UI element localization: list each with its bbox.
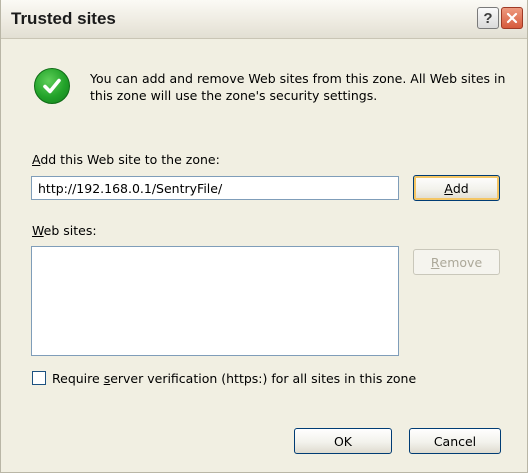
dialog-title: Trusted sites	[11, 9, 116, 28]
cancel-button[interactable]: Cancel	[409, 428, 501, 454]
remove-button-mnemonic: R	[430, 254, 440, 270]
site-url-input[interactable]	[31, 176, 399, 200]
trusted-sites-dialog: Trusted sites ? You can add and remove W…	[0, 0, 528, 473]
info-message: You can add and remove Web sites from th…	[90, 71, 506, 103]
require-verification-checkbox[interactable]	[32, 371, 46, 385]
add-button[interactable]: Add	[413, 175, 500, 201]
add-button-mnemonic: A	[444, 180, 453, 196]
add-button-text: dd	[452, 180, 469, 196]
web-sites-label-text: eb sites:	[43, 223, 97, 238]
ok-button[interactable]: OK	[294, 428, 392, 454]
verification-label-before: Require	[52, 371, 104, 386]
help-button[interactable]: ?	[477, 7, 499, 29]
web-sites-list[interactable]	[31, 246, 399, 356]
title-bar[interactable]: Trusted sites ?	[1, 0, 527, 39]
add-site-label: Add this Web site to the zone:	[32, 152, 220, 167]
require-verification-label[interactable]: Require server verification (https:) for…	[52, 371, 416, 386]
add-site-label-text: dd this Web site to the zone:	[40, 152, 220, 167]
remove-button-text: emove	[439, 254, 483, 270]
close-button[interactable]	[501, 7, 523, 29]
web-sites-label-mnemonic: W	[32, 223, 44, 238]
close-icon	[506, 12, 518, 24]
checkmark-icon	[34, 68, 70, 104]
web-sites-label: Web sites:	[32, 223, 97, 238]
verification-label-after: erver verification (https:) for all site…	[110, 371, 417, 386]
remove-button[interactable]: Remove	[413, 249, 500, 275]
help-icon: ?	[483, 9, 493, 27]
